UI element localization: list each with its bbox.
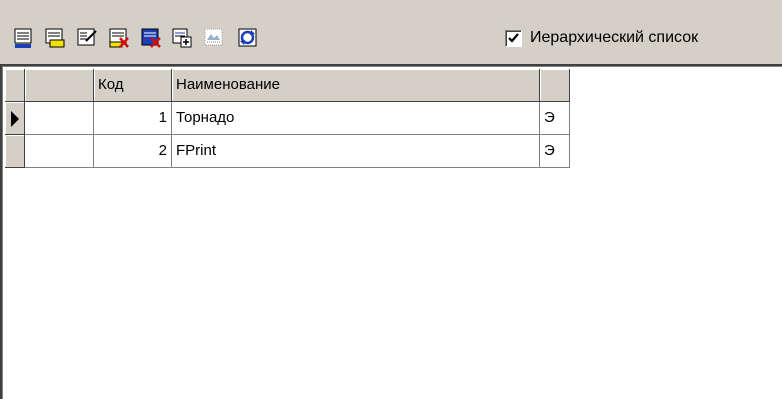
table-cell-code[interactable]: 1 xyxy=(94,102,172,135)
row-indicator-current[interactable] xyxy=(5,102,25,135)
add-folder-icon xyxy=(45,28,65,48)
hierarchical-list-checkbox[interactable] xyxy=(505,30,522,47)
copy-record-button[interactable] xyxy=(170,26,194,50)
table-cell-blank[interactable] xyxy=(25,135,94,168)
filter-icon xyxy=(204,28,223,46)
checkmark-icon xyxy=(508,33,519,43)
refresh-button[interactable] xyxy=(236,26,260,50)
delete-folder-button[interactable] xyxy=(107,26,131,50)
add-folder-button[interactable] xyxy=(43,26,67,50)
blank-column-header[interactable] xyxy=(25,69,94,102)
hierarchical-list-label[interactable]: Иерархический список xyxy=(530,28,698,48)
code-column-header[interactable]: Код xyxy=(94,69,172,102)
edit-record-button[interactable] xyxy=(75,26,99,50)
delete-folder-icon xyxy=(109,28,129,48)
table-cell-name[interactable]: FPrint xyxy=(172,135,540,168)
table-cell-type[interactable]: Э xyxy=(540,102,570,135)
add-record-icon xyxy=(14,28,32,48)
delete-record-button[interactable] xyxy=(139,26,163,50)
table-cell-code[interactable]: 2 xyxy=(94,135,172,168)
refresh-icon xyxy=(238,28,257,47)
table-cell-name[interactable]: Торнадо xyxy=(172,102,540,135)
edit-record-icon xyxy=(77,28,97,46)
table-cell-blank[interactable] xyxy=(25,102,94,135)
indicator-header xyxy=(5,69,25,102)
table-cell-type[interactable]: Э xyxy=(540,135,570,168)
add-record-button[interactable] xyxy=(12,26,36,50)
current-row-arrow-icon xyxy=(11,111,19,127)
type-column-header[interactable] xyxy=(540,69,570,102)
copy-record-icon xyxy=(172,28,192,48)
filter-button[interactable] xyxy=(202,26,226,50)
toolbar: Иерархический список xyxy=(0,0,782,64)
row-indicator[interactable] xyxy=(5,135,25,168)
records-grid[interactable]: Код Наименование 1 Торнадо Э 2 FPrint Э xyxy=(0,64,782,399)
delete-record-icon xyxy=(141,28,161,48)
name-column-header[interactable]: Наименование xyxy=(172,69,540,102)
